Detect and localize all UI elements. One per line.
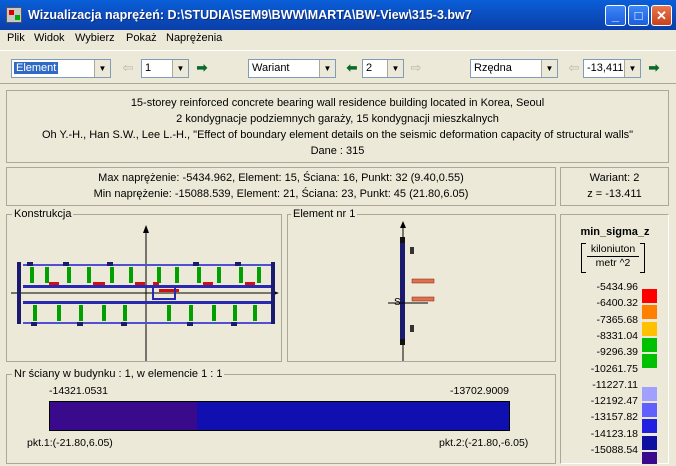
menu-naprezenia[interactable]: Naprężenia [166, 32, 222, 44]
minimize-button[interactable]: _ [605, 5, 626, 26]
legend-value: -14123.18 [590, 427, 638, 440]
description-line-4: Dane : 315 [310, 145, 365, 157]
legend-swatch [642, 435, 657, 450]
next-ordinate-arrow-icon[interactable]: ➡ [645, 59, 663, 78]
window-title: Wizualizacja naprężeń: D:\STUDIA\SEM9\BW… [28, 8, 472, 22]
legend-swatch [642, 321, 657, 336]
variant-select[interactable]: Wariant ▼ [248, 59, 336, 78]
chevron-down-icon: ▼ [319, 60, 335, 77]
menu-plik[interactable]: Plik [7, 32, 25, 44]
max-stress-text: Max naprężenie: -5434.962, Element: 15, … [98, 172, 464, 184]
description-line-1: 15-storey reinforced concrete bearing wa… [130, 97, 545, 109]
legend-value: -10261.75 [590, 362, 638, 375]
legend-swatch [642, 419, 657, 434]
wall-stress-bar[interactable] [49, 401, 510, 431]
menu-wybierz[interactable]: Wybierz [75, 32, 115, 44]
wall-stress-panel: -14321.0531 -13702.9009 pkt.1:(-21.80,6.… [6, 374, 556, 464]
element-panel: S [287, 214, 556, 362]
legend-value: -11227.11 [592, 378, 638, 391]
ordinate-value: -13,411 [587, 62, 624, 74]
wall-stress-bar-right [196, 402, 509, 430]
z-level-text: z = -13.411 [587, 188, 642, 200]
legend-swatch [642, 305, 657, 320]
legend-swatch [642, 452, 657, 464]
legend-value: -13157.82 [590, 411, 638, 424]
chevron-down-icon: ▼ [387, 60, 403, 77]
stress-summary-panel: Max naprężenie: -5434.962, Element: 15, … [6, 167, 556, 206]
element-number-select[interactable]: 1 ▼ [141, 59, 189, 78]
menu-pokaz[interactable]: Pokaż [126, 32, 157, 44]
legend-swatch [642, 370, 657, 385]
construction-plan-drawing[interactable] [7, 215, 281, 361]
min-stress-text: Min naprężenie: -15088.539, Element: 21,… [93, 188, 469, 200]
chevron-down-icon: ▼ [624, 60, 640, 77]
element-type-select[interactable]: Element ▼ [11, 59, 111, 78]
wall-stress-bar-left [50, 402, 197, 430]
chevron-down-icon: ▼ [172, 60, 188, 77]
wall-number-label: Nr ściany w budynku : 1, w elemencie 1 :… [12, 368, 225, 380]
menu-bar: Plik Widok Wybierz Pokaż Naprężenia [0, 30, 676, 48]
description-line-3: Oh Y.-H., Han S.W., Lee L.-H., "Effect o… [41, 129, 634, 141]
legend-swatch [642, 386, 657, 401]
wall-right-point: pkt.2:(-21.80,-6.05) [439, 437, 529, 449]
legend-unit-denominator: metr ^2 [595, 257, 631, 269]
variant-number-select[interactable]: 2 ▼ [362, 59, 404, 78]
next-variant-arrow-icon[interactable]: ⇨ [407, 59, 425, 78]
legend-value: -15088.54 [590, 444, 638, 456]
legend-value: -6400.32 [596, 297, 638, 310]
element-drawing[interactable] [288, 215, 555, 361]
legend-swatch [642, 354, 657, 369]
element-number-value: 1 [145, 62, 152, 74]
element-label: Element nr 1 [291, 208, 358, 220]
legend-value: -5434.96 [596, 281, 638, 293]
wall-right-value: -13702.9009 [450, 385, 509, 397]
variant-type-value: Wariant [252, 62, 290, 74]
element-type-value: Element [14, 62, 59, 74]
chevron-down-icon: ▼ [94, 60, 110, 77]
title-bar: Wizualizacja naprężeń: D:\STUDIA\SEM9\BW… [0, 0, 676, 30]
prev-variant-arrow-icon[interactable]: ⬅ [343, 59, 361, 78]
ordinate-value-select[interactable]: -13,411 ▼ [583, 59, 641, 78]
element-axis-label: S [394, 297, 401, 308]
legend-swatch [642, 289, 657, 303]
legend-unit-numerator: kiloniuton [587, 243, 639, 257]
legend-value: -12192.47 [590, 395, 638, 408]
legend-value: -8331.04 [596, 329, 638, 342]
menu-widok[interactable]: Widok [34, 32, 65, 44]
chevron-down-icon: ▼ [541, 60, 557, 77]
variant-text: Wariant: 2 [589, 172, 640, 184]
prev-ordinate-arrow-icon[interactable]: ⇦ [565, 59, 583, 78]
wall-left-point: pkt.1:(-21.80,6.05) [27, 437, 113, 449]
legend-title: min_sigma_z [580, 226, 650, 238]
maximize-button[interactable]: □ [628, 5, 649, 26]
next-element-arrow-icon[interactable]: ➡ [193, 59, 211, 78]
prev-element-arrow-icon[interactable]: ⇦ [119, 59, 137, 78]
legend-unit: kiloniuton metr ^2 [581, 243, 645, 273]
description-panel: 15-storey reinforced concrete bearing wa… [6, 90, 669, 163]
ordinate-type-value: Rzędna [474, 62, 512, 74]
legend-value: -9296.39 [596, 346, 638, 359]
construction-panel [6, 214, 282, 362]
ordinate-select[interactable]: Rzędna ▼ [470, 59, 558, 78]
wall-left-value: -14321.0531 [49, 385, 108, 397]
description-line-2: 2 kondygnacje podziemnych garaży, 15 kon… [176, 113, 499, 125]
close-button[interactable]: ✕ [651, 5, 672, 26]
legend-swatch [642, 337, 657, 352]
legend-swatch [642, 403, 657, 418]
legend-value: -7365.68 [596, 313, 638, 326]
variant-info-panel: Wariant: 2 z = -13.411 [560, 167, 669, 206]
toolbar: Element ▼ ⇦ 1 ▼ ➡ Wariant ▼ ⬅ 2 ▼ ⇨ Rzęd… [0, 50, 676, 84]
construction-label: Konstrukcja [12, 208, 74, 220]
app-icon [6, 7, 22, 23]
variant-number-value: 2 [366, 62, 373, 74]
